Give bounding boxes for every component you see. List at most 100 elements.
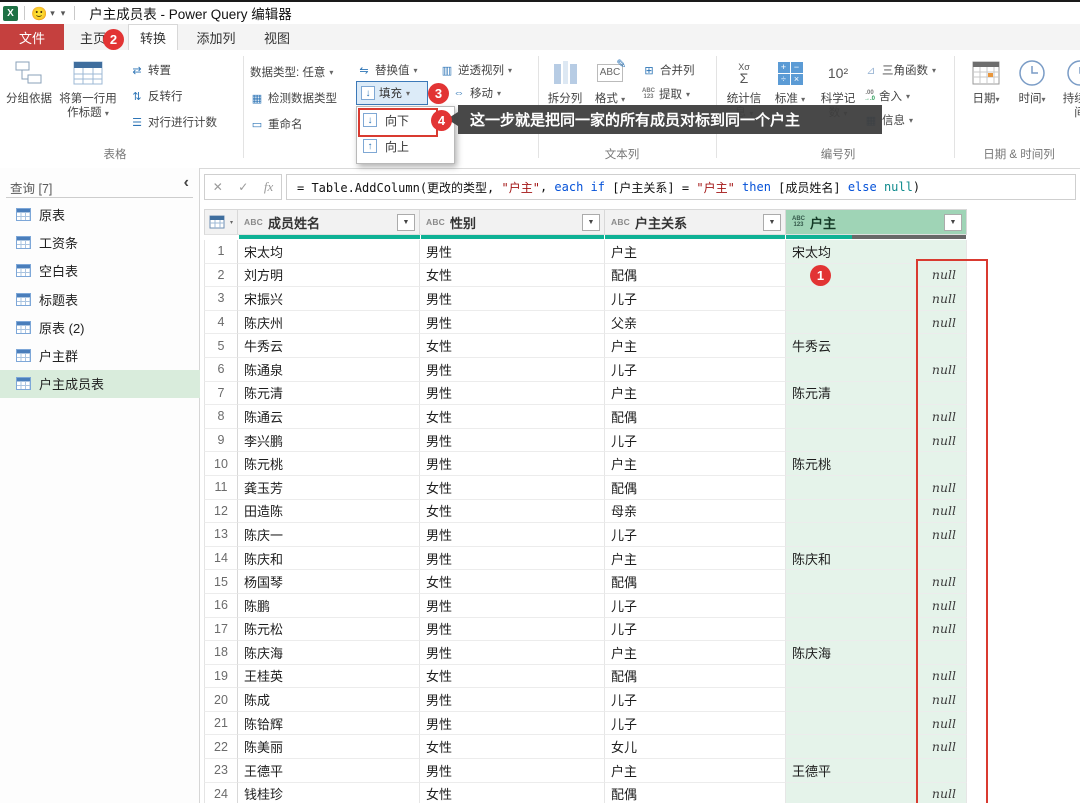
cell[interactable]: 户主: [605, 381, 786, 406]
cell[interactable]: 宋太均: [238, 240, 420, 264]
cell[interactable]: 王德平: [238, 759, 420, 783]
row-number[interactable]: 10: [204, 452, 238, 476]
cell[interactable]: 女性: [420, 782, 605, 803]
cell[interactable]: 女性: [420, 664, 605, 689]
cell[interactable]: null: [786, 664, 967, 689]
check-icon[interactable]: ✓: [238, 180, 248, 194]
fx-icon[interactable]: fx: [264, 179, 273, 195]
cell[interactable]: 刘方明: [238, 263, 420, 288]
cell[interactable]: null: [786, 688, 967, 712]
column-header-member-name[interactable]: ABC 成员姓名 ▼: [238, 209, 420, 235]
cell[interactable]: 陈庆和: [238, 546, 420, 571]
feedback-smiley-icon[interactable]: 🙂: [31, 7, 47, 20]
cell[interactable]: 王桂英: [238, 664, 420, 689]
row-number[interactable]: 21: [204, 711, 238, 736]
replace-values-button[interactable]: ⇋ 替换值 ▾: [357, 62, 417, 78]
cell[interactable]: 配偶: [605, 782, 786, 803]
row-number[interactable]: 20: [204, 688, 238, 712]
group-by-button[interactable]: 分组依据: [4, 58, 54, 106]
cell[interactable]: 王德平: [786, 759, 967, 783]
fill-up-menu-item[interactable]: ↑ 向上: [357, 133, 454, 159]
cell[interactable]: 陈元清: [238, 381, 420, 406]
cell[interactable]: 配偶: [605, 664, 786, 689]
cell[interactable]: 配偶: [605, 263, 786, 288]
cell[interactable]: 宋振兴: [238, 287, 420, 311]
cell[interactable]: null: [786, 499, 967, 524]
row-number[interactable]: 7: [204, 381, 238, 406]
cell[interactable]: 陈元桃: [238, 452, 420, 476]
cell[interactable]: 男性: [420, 759, 605, 783]
cell[interactable]: 男性: [420, 381, 605, 406]
column-header-gender[interactable]: ABC 性别 ▼: [420, 209, 605, 235]
quick-access-toolbar-caret-icon[interactable]: ▾: [61, 8, 66, 19]
cell[interactable]: 户主: [605, 240, 786, 264]
trigonometry-button[interactable]: ⊿ 三角函数 ▾: [864, 62, 936, 78]
row-number[interactable]: 4: [204, 310, 238, 335]
cell[interactable]: 杨国琴: [238, 570, 420, 594]
cell[interactable]: 户主: [605, 759, 786, 783]
row-number[interactable]: 23: [204, 759, 238, 783]
row-number[interactable]: 11: [204, 475, 238, 500]
cell[interactable]: 钱桂珍: [238, 782, 420, 803]
row-number[interactable]: 5: [204, 334, 238, 358]
cell[interactable]: null: [786, 405, 967, 429]
unpivot-button[interactable]: ▥ 逆透视列 ▾: [440, 62, 512, 78]
cell[interactable]: 儿子: [605, 287, 786, 311]
query-item[interactable]: 户主成员表: [0, 369, 200, 399]
transpose-button[interactable]: ⇄ 转置: [130, 62, 171, 78]
cell[interactable]: 男性: [420, 310, 605, 335]
cell[interactable]: 陈通泉: [238, 357, 420, 382]
cell[interactable]: 女性: [420, 570, 605, 594]
row-number[interactable]: 16: [204, 593, 238, 618]
cell[interactable]: 田造陈: [238, 499, 420, 524]
cell[interactable]: 女性: [420, 735, 605, 760]
cell[interactable]: 儿子: [605, 428, 786, 453]
row-number[interactable]: 14: [204, 546, 238, 571]
query-item[interactable]: 工资条: [0, 228, 200, 256]
query-item[interactable]: 原表: [0, 200, 200, 228]
cell[interactable]: null: [786, 593, 967, 618]
query-item[interactable]: 标题表: [0, 285, 200, 313]
cell[interactable]: 男性: [420, 428, 605, 453]
filter-icon[interactable]: ▼: [397, 214, 415, 231]
detect-data-type-button[interactable]: ▦ 检测数据类型: [250, 90, 337, 106]
cell[interactable]: 母亲: [605, 499, 786, 524]
cell[interactable]: 户主: [605, 334, 786, 358]
cell[interactable]: 陈庆海: [238, 641, 420, 665]
cell[interactable]: null: [786, 357, 967, 382]
cell[interactable]: 男性: [420, 240, 605, 264]
rounding-button[interactable]: .00 →.0 舍入 ▾: [864, 88, 910, 104]
cell[interactable]: null: [786, 782, 967, 803]
row-number[interactable]: 8: [204, 405, 238, 429]
reverse-rows-button[interactable]: ⇅ 反转行: [130, 88, 182, 104]
select-all-corner[interactable]: ▾: [204, 209, 238, 235]
cell[interactable]: 儿子: [605, 711, 786, 736]
time-button[interactable]: 时间▾: [1014, 58, 1050, 107]
cell[interactable]: 男性: [420, 546, 605, 571]
cell[interactable]: 龚玉芳: [238, 475, 420, 500]
cell[interactable]: 陈元松: [238, 617, 420, 642]
cell[interactable]: 陈元清: [786, 381, 967, 406]
query-item[interactable]: 原表 (2): [0, 313, 200, 341]
date-button[interactable]: 日期▾: [968, 58, 1004, 107]
fill-button[interactable]: ↓ 填充 ▾: [356, 81, 428, 105]
row-number[interactable]: 6: [204, 357, 238, 382]
cell[interactable]: 儿子: [605, 523, 786, 547]
column-header-householder[interactable]: ABC 123 户主 ▼: [786, 209, 967, 235]
cell[interactable]: 陈鹏: [238, 593, 420, 618]
column-header-relation[interactable]: ABC 户主关系 ▼: [605, 209, 786, 235]
cell[interactable]: null: [786, 711, 967, 736]
cell[interactable]: 户主: [605, 641, 786, 665]
cell[interactable]: 女性: [420, 334, 605, 358]
cell[interactable]: null: [786, 523, 967, 547]
cell[interactable]: 儿子: [605, 688, 786, 712]
standard-button[interactable]: + − ÷ × 标准 ▾: [772, 58, 808, 107]
cell[interactable]: 儿子: [605, 357, 786, 382]
filter-icon[interactable]: ▼: [944, 214, 962, 231]
cell[interactable]: 宋太均: [786, 240, 967, 264]
cell[interactable]: 李兴鹏: [238, 428, 420, 453]
formula-input[interactable]: = Table.AddColumn(更改的类型, "户主", each if […: [286, 174, 1076, 200]
extract-button[interactable]: ABC 123 提取 ▾: [642, 86, 690, 102]
cell[interactable]: 男性: [420, 641, 605, 665]
duration-button[interactable]: 持续时间: [1060, 58, 1080, 120]
